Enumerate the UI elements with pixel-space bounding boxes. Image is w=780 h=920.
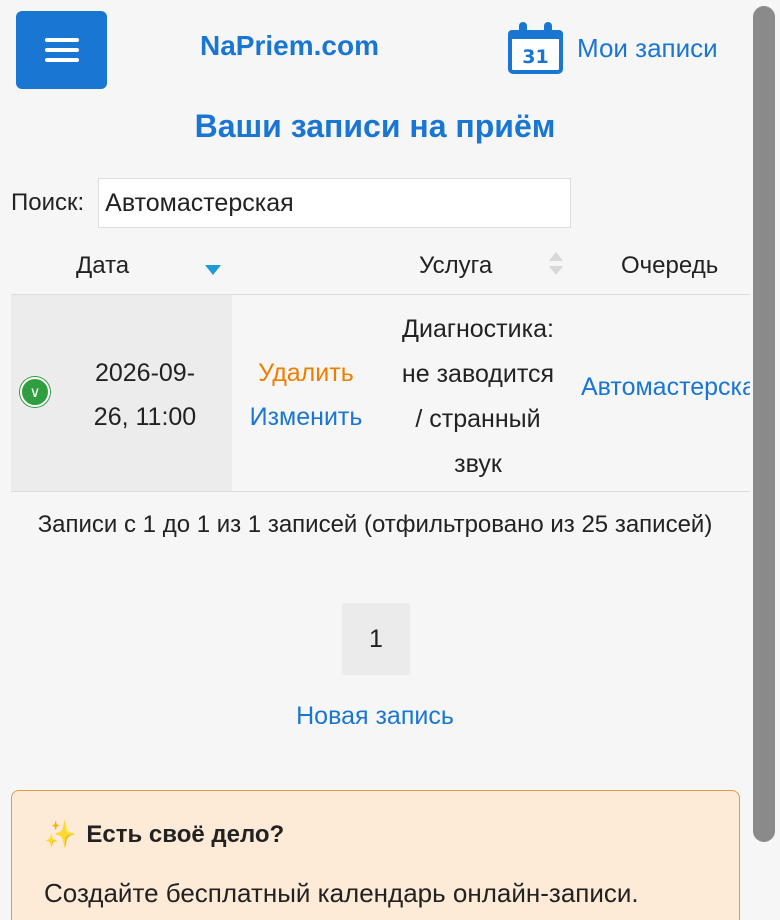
table-row: ∨ 2026-09- 26, 11:00 Удалить Изменить Ди… <box>11 295 750 492</box>
search-row: Поиск: <box>11 178 572 228</box>
pagination-page-button[interactable]: 1 <box>342 603 410 675</box>
search-label: Поиск: <box>11 189 85 216</box>
appointments-table: Дата Услуга Очередь ∨ 2026-09- 26, 11:00… <box>11 240 750 492</box>
sortable-icon[interactable] <box>547 252 565 280</box>
promo-box: ✨ Есть своё дело? Создайте бесплатный ка… <box>11 790 740 920</box>
date-cell: ∨ 2026-09- 26, 11:00 <box>11 295 232 491</box>
table-header: Дата Услуга Очередь <box>11 240 750 295</box>
edit-link[interactable]: Изменить <box>236 395 376 439</box>
new-appointment-link[interactable]: Новая запись <box>0 702 750 731</box>
sort-descending-icon[interactable] <box>205 265 221 275</box>
actions-cell: Удалить Изменить <box>236 351 376 439</box>
column-header-date[interactable]: Дата <box>76 252 129 280</box>
service-cell: Диагностика: не заводится / странный зву… <box>401 315 555 478</box>
expand-row-check-icon[interactable]: ∨ <box>20 377 50 407</box>
calendar-icon: 31 <box>508 22 563 74</box>
my-appointments-label[interactable]: Мои записи <box>577 33 718 64</box>
header: NaPriem.com 31 Мои записи <box>0 0 750 100</box>
page-title: Ваши записи на приём <box>194 108 556 144</box>
queue-link[interactable]: Автомастерская <box>581 373 750 402</box>
delete-link[interactable]: Удалить <box>236 351 376 395</box>
search-input[interactable] <box>98 178 572 228</box>
column-header-service[interactable]: Услуга <box>419 252 492 280</box>
appointment-date: 2026-09- 26, 11:00 <box>93 359 197 431</box>
brand-logo-text[interactable]: NaPriem.com <box>200 30 379 62</box>
column-header-queue[interactable]: Очередь <box>621 252 718 280</box>
hamburger-icon-bar <box>44 38 79 42</box>
hamburger-icon-bar <box>44 48 79 52</box>
scrollbar-thumb[interactable] <box>753 6 775 842</box>
my-appointments-link[interactable]: 31 Мои записи <box>508 22 718 74</box>
promo-text: Создайте бесплатный календарь онлайн-зап… <box>44 878 639 908</box>
hamburger-menu-button[interactable] <box>16 11 107 89</box>
hamburger-icon-bar <box>44 58 79 62</box>
sparkles-icon: ✨ <box>44 819 77 849</box>
table-info: Записи с 1 до 1 из 1 записей (отфильтров… <box>37 511 713 538</box>
promo-title: ✨ Есть своё дело? <box>44 819 285 849</box>
